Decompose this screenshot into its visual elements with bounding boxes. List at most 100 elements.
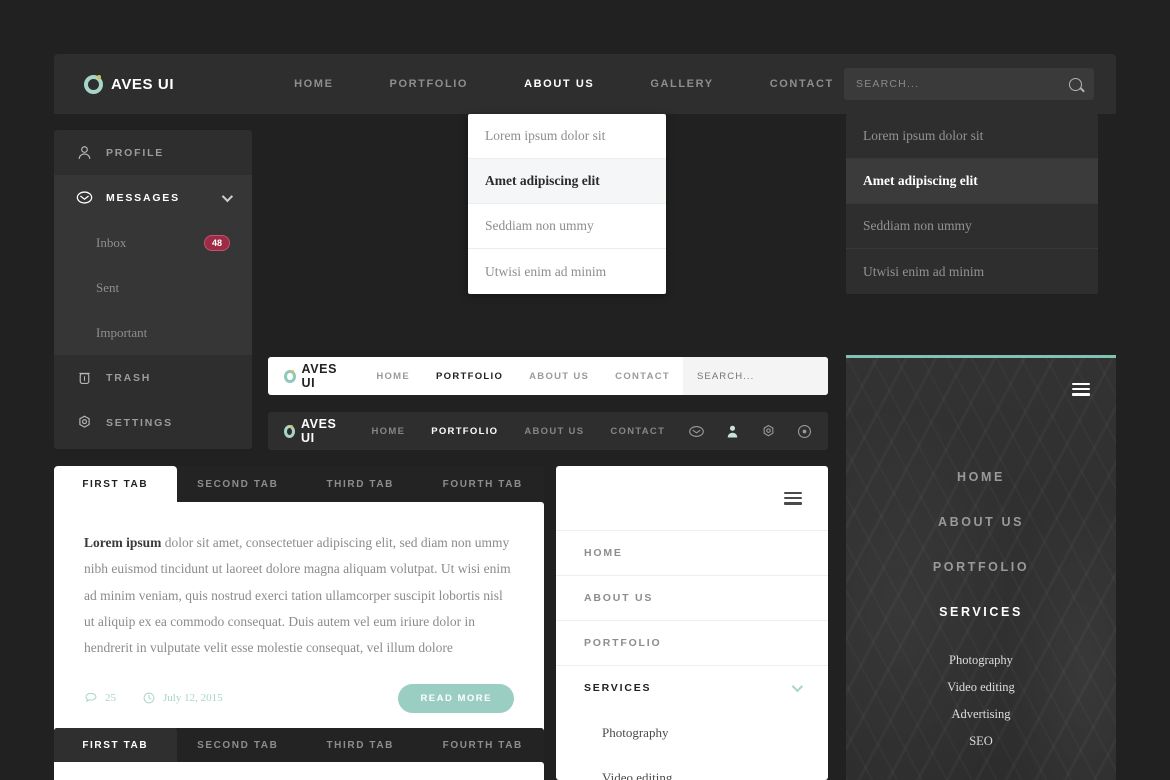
vmenu-label-services: SERVICES	[584, 682, 652, 694]
vmenu-sub-video-editing[interactable]: Video editing	[556, 755, 828, 780]
vertical-menu: HOME ABOUT US PORTFOLIO SERVICES Photogr…	[556, 466, 828, 780]
tabs-dark: FIRST TAB SECOND TAB THIRD TAB FOURTH TA…	[54, 728, 544, 780]
gear-icon[interactable]	[750, 412, 786, 450]
tab-third[interactable]: THIRD TAB	[299, 466, 422, 502]
dropdown-light-item[interactable]: Lorem ipsum dolor sit	[468, 114, 666, 159]
dropdown-dark-item[interactable]: Lorem ipsum dolor sit	[846, 114, 1098, 159]
dropdown-dark-item[interactable]: Utwisi enim ad minim	[846, 249, 1098, 294]
search-input[interactable]	[856, 78, 1069, 90]
sidebar-item-settings[interactable]: SETTINGS	[54, 400, 252, 445]
dropdown-light-item[interactable]: Utwisi enim ad minim	[468, 249, 666, 294]
envelope-icon	[76, 189, 93, 206]
inbox-badge: 48	[203, 234, 230, 251]
tab2-third[interactable]: THIRD TAB	[299, 728, 422, 762]
comments-meta[interactable]: 25	[84, 691, 116, 705]
sidebar-label-settings: SETTINGS	[106, 416, 173, 429]
navd-item-contact[interactable]: CONTACT	[597, 426, 678, 437]
dark-panel-sub: Photography Video editing Advertising SE…	[846, 647, 1116, 755]
aves-ring-icon	[284, 424, 295, 438]
brand-logo[interactable]: AVES UI	[84, 74, 175, 94]
dpanel-item-portfolio[interactable]: PORTFOLIO	[846, 544, 1116, 589]
tab2-fourth[interactable]: FOURTH TAB	[422, 728, 545, 762]
sidebar-item-profile[interactable]: PROFILE	[54, 130, 252, 175]
dropdown-dark-item[interactable]: Seddiam non ummy	[846, 204, 1098, 249]
sidebar-subitem-sent[interactable]: Sent	[54, 265, 252, 310]
navw-item-contact[interactable]: CONTACT	[602, 371, 683, 382]
tabs-dark-bar: FIRST TAB SECOND TAB THIRD TAB FOURTH TA…	[54, 728, 544, 762]
header-search[interactable]	[844, 68, 1094, 100]
nav-item-portfolio[interactable]: PORTFOLIO	[362, 78, 497, 90]
aves-ring-icon	[84, 74, 103, 94]
vmenu-item-portfolio[interactable]: PORTFOLIO	[556, 620, 828, 665]
tab-paragraph: Lorem ipsum dolor sit amet, consectetuer…	[84, 530, 514, 662]
brand-logo-dark[interactable]: AVES UI	[284, 417, 339, 445]
sidebar-sublabel-sent: Sent	[96, 279, 120, 295]
dpanel-item-about-us[interactable]: ABOUT US	[846, 499, 1116, 544]
dpanel-item-services[interactable]: SERVICES	[846, 589, 1116, 634]
date-meta: July 12, 2015	[142, 691, 223, 705]
dropdown-light-item[interactable]: Amet adipiscing elit	[468, 159, 666, 204]
brand-name: AVES UI	[111, 75, 175, 93]
vmenu-sub-photography[interactable]: Photography	[556, 710, 828, 755]
navd-item-portfolio[interactable]: PORTFOLIO	[418, 426, 511, 437]
dropdown-dark-item[interactable]: Amet adipiscing elit	[846, 159, 1098, 204]
navw-item-home[interactable]: HOME	[363, 371, 423, 382]
comment-icon	[85, 692, 97, 703]
navbar-dark-nav: HOME PORTFOLIO ABOUT US CONTACT	[359, 426, 679, 437]
tab-meta-row: 25 July 12, 2015 READ MORE	[84, 683, 514, 713]
dpanel-sub-video-editing[interactable]: Video editing	[846, 674, 1116, 701]
navbar-white-search[interactable]	[683, 357, 828, 395]
hamburger-icon[interactable]	[1072, 382, 1090, 396]
dropdown-dark: Lorem ipsum dolor sit Amet adipiscing el…	[846, 114, 1098, 294]
vmenu-item-services[interactable]: SERVICES	[556, 665, 828, 710]
vmenu-item-home[interactable]: HOME	[556, 530, 828, 575]
sidebar-submenu: Inbox 48 Sent Important	[54, 220, 252, 355]
dpanel-sub-photography[interactable]: Photography	[846, 647, 1116, 674]
dark-panel-content: HOME ABOUT US PORTFOLIO SERVICES Photogr…	[846, 358, 1116, 780]
sidebar-subitem-inbox[interactable]: Inbox 48	[54, 220, 252, 265]
tabs-light: FIRST TAB SECOND TAB THIRD TAB FOURTH TA…	[54, 466, 544, 735]
tab2-second[interactable]: SECOND TAB	[177, 728, 300, 762]
comments-count: 25	[105, 692, 116, 705]
vmenu-item-about-us[interactable]: ABOUT US	[556, 575, 828, 620]
brand-logo-white[interactable]: AVES UI	[284, 362, 343, 390]
navbar-white-nav: HOME PORTFOLIO ABOUT US CONTACT	[363, 371, 683, 382]
sidebar-item-messages[interactable]: MESSAGES	[54, 175, 252, 220]
dropdown-light-item[interactable]: Seddiam non ummy	[468, 204, 666, 249]
nav-item-gallery[interactable]: GALLERY	[622, 78, 741, 90]
navd-item-home[interactable]: HOME	[359, 426, 419, 437]
dpanel-sub-seo[interactable]: SEO	[846, 728, 1116, 755]
navd-item-about-us[interactable]: ABOUT US	[511, 426, 597, 437]
chevron-down-icon[interactable]	[791, 680, 804, 693]
tab-fourth[interactable]: FOURTH TAB	[422, 466, 545, 502]
chevron-down-icon[interactable]	[221, 190, 234, 202]
search-icon[interactable]	[1069, 77, 1082, 91]
nav-item-home[interactable]: HOME	[266, 78, 361, 90]
brand-name: AVES UI	[301, 362, 338, 390]
read-more-button[interactable]: READ MORE	[398, 683, 514, 713]
envelope-icon[interactable]	[678, 412, 714, 450]
dark-panel-header	[846, 358, 1116, 420]
tab-first[interactable]: FIRST TAB	[54, 466, 177, 502]
sidebar-subitem-important[interactable]: Important	[54, 310, 252, 355]
dropdown-light: Lorem ipsum dolor sit Amet adipiscing el…	[468, 114, 666, 294]
navw-item-about-us[interactable]: ABOUT US	[516, 371, 602, 382]
post-date: July 12, 2015	[163, 692, 223, 705]
sidebar-label-trash: TRASH	[106, 371, 152, 384]
trash-icon	[76, 369, 93, 386]
main-nav: HOME PORTFOLIO ABOUT US GALLERY CONTACT	[266, 78, 862, 90]
tab2-first[interactable]: FIRST TAB	[54, 728, 177, 762]
dpanel-item-home[interactable]: HOME	[846, 454, 1116, 499]
navw-search-input[interactable]	[697, 370, 828, 382]
nav-item-about-us[interactable]: ABOUT US	[496, 78, 622, 90]
hamburger-icon[interactable]	[784, 491, 802, 505]
aves-ring-icon	[284, 369, 296, 383]
power-icon[interactable]	[786, 412, 822, 450]
tab-second[interactable]: SECOND TAB	[177, 466, 300, 502]
dpanel-sub-advertising[interactable]: Advertising	[846, 701, 1116, 728]
tabs-light-bar: FIRST TAB SECOND TAB THIRD TAB FOURTH TA…	[54, 466, 544, 502]
sidebar-item-trash[interactable]: TRASH	[54, 355, 252, 400]
user-icon[interactable]	[714, 412, 750, 450]
navw-item-portfolio[interactable]: PORTFOLIO	[423, 371, 516, 382]
sidebar: PROFILE MESSAGES Inbox 48 Sent Important	[54, 130, 252, 449]
